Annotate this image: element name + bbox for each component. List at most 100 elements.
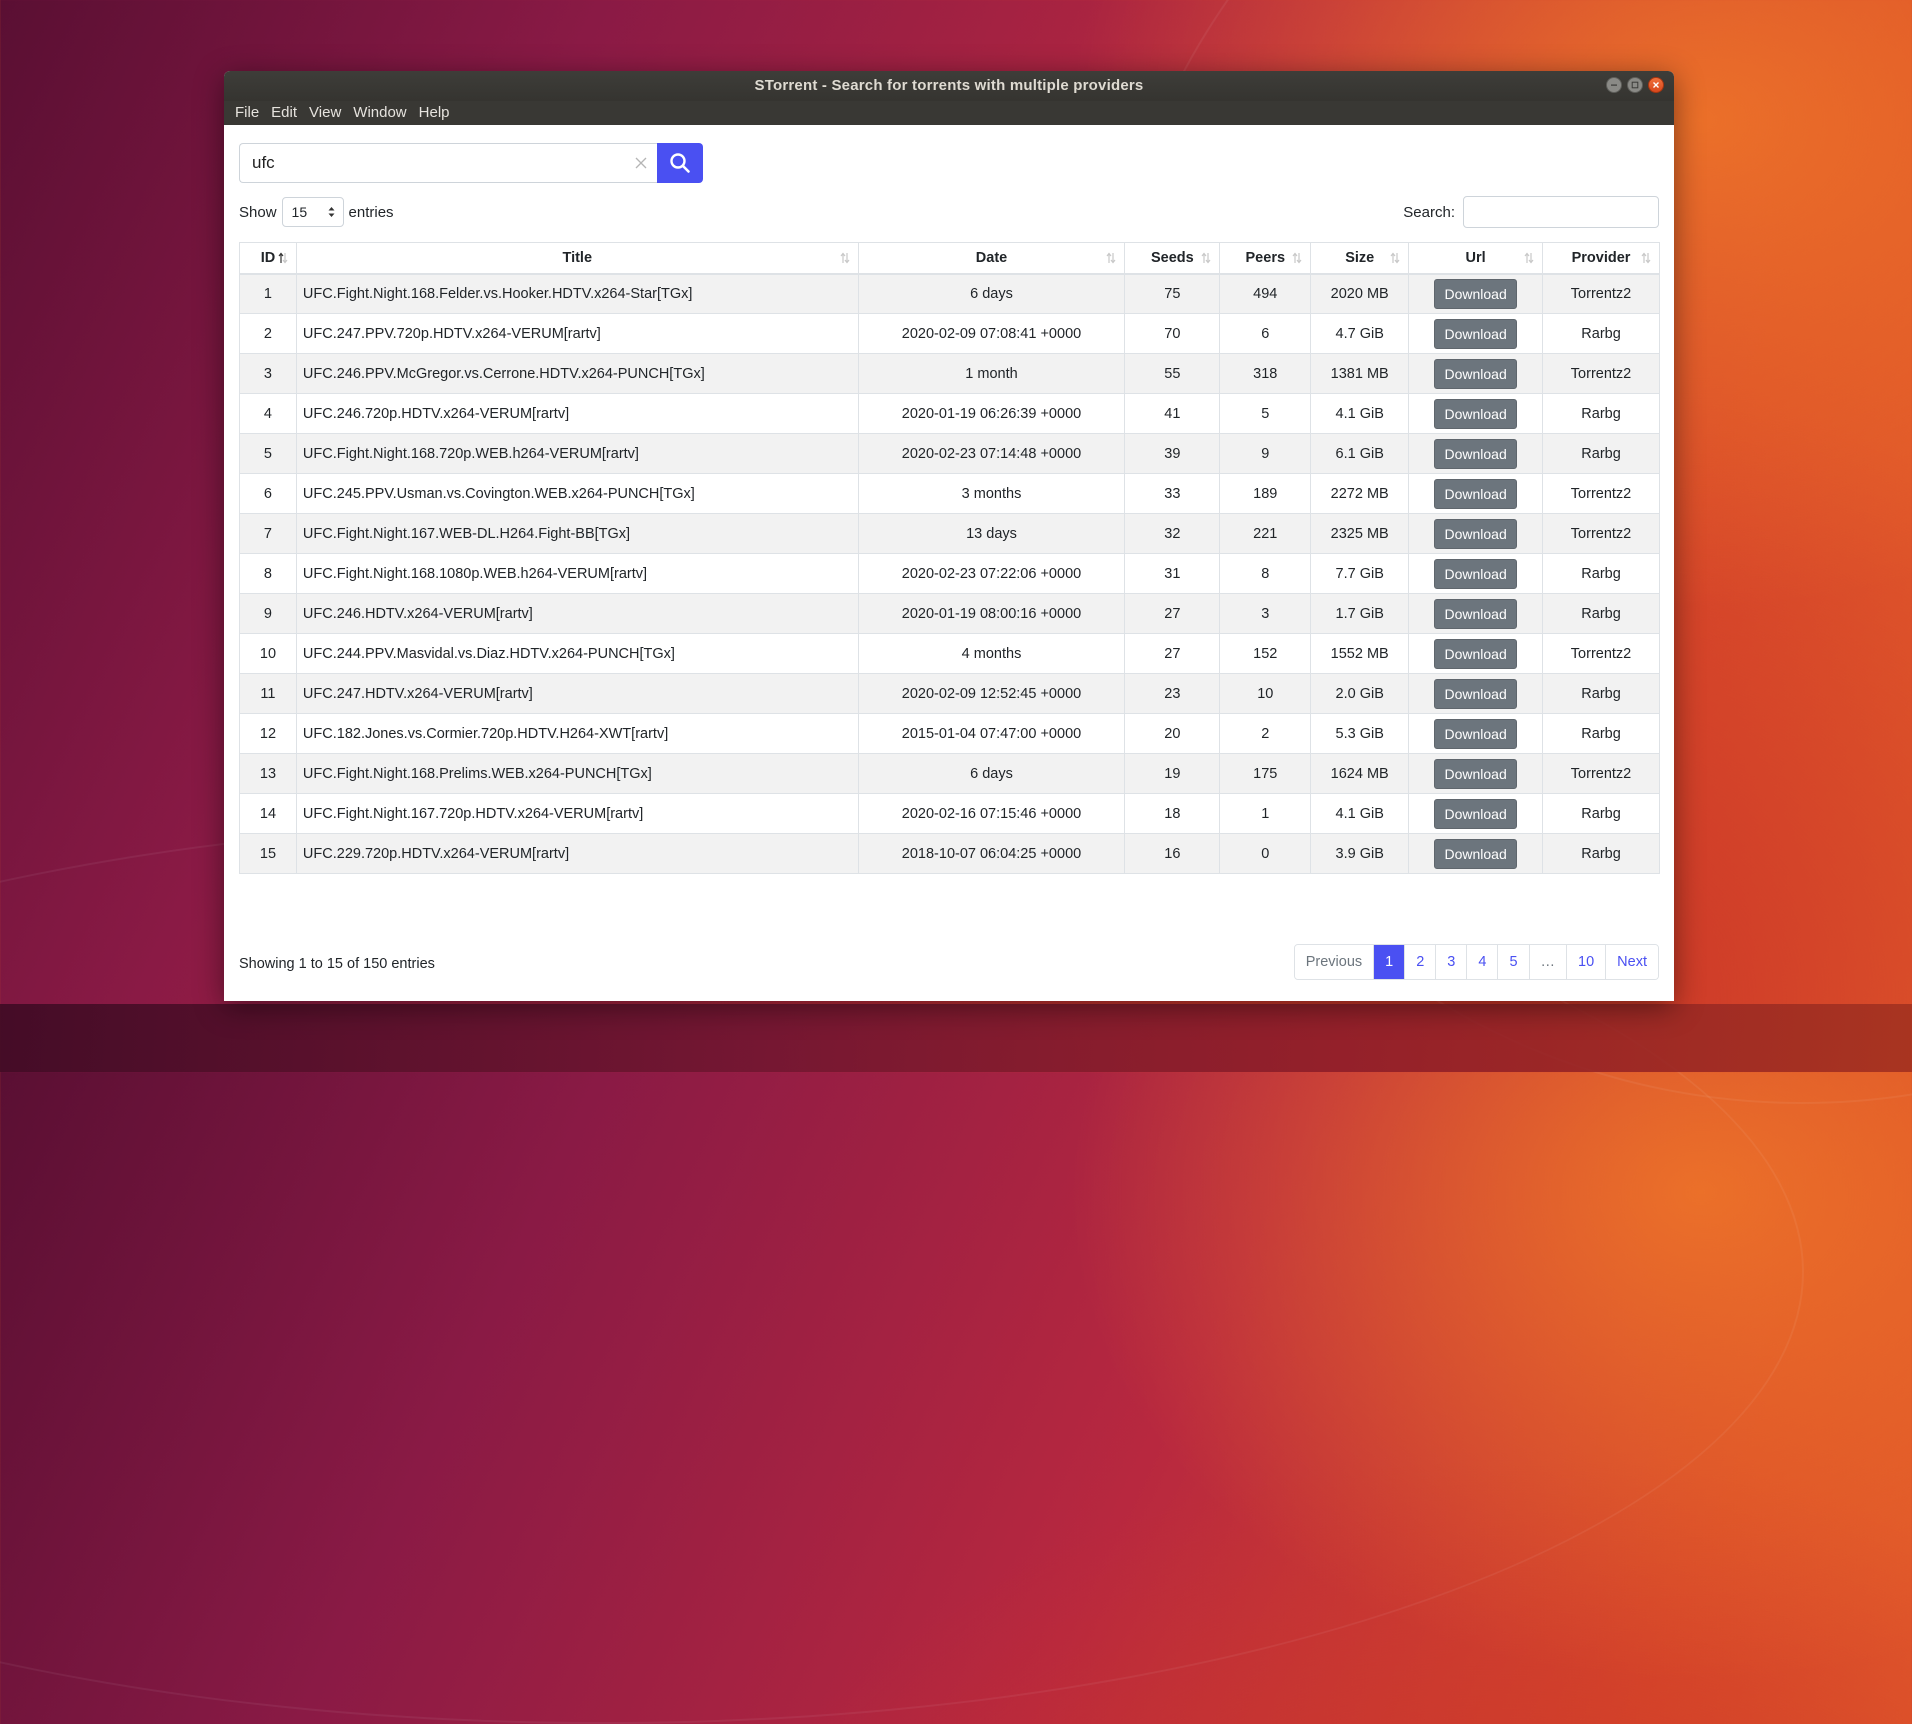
cell-id: 9: [239, 593, 297, 634]
cell-title: UFC.247.PPV.720p.HDTV.x264-VERUM[rartv]: [295, 313, 859, 354]
download-button[interactable]: Download: [1434, 438, 1517, 469]
column-header-label: ID: [260, 249, 276, 266]
download-button[interactable]: Download: [1434, 358, 1517, 389]
download-button[interactable]: Download: [1434, 638, 1517, 669]
maximize-icon: [1631, 81, 1639, 89]
column-header-provider[interactable]: Provider: [1542, 242, 1660, 275]
sort-icon: [278, 252, 288, 264]
length-suffix: entries: [348, 203, 394, 221]
download-button[interactable]: Download: [1434, 398, 1517, 429]
pagination-next[interactable]: Next: [1605, 945, 1658, 979]
download-button[interactable]: Download: [1434, 798, 1517, 829]
cell-size: 5.3 GiB: [1310, 713, 1410, 754]
download-button[interactable]: Download: [1434, 678, 1517, 709]
table-row: 8 UFC.Fight.Night.168.1080p.WEB.h264-VERU…: [239, 553, 1660, 594]
cell-size: 1552 MB: [1310, 633, 1410, 674]
cell-date: 2020-02-16 07:15:46 +0000: [857, 793, 1126, 834]
minimize-button[interactable]: [1606, 77, 1622, 93]
entries-select[interactable]: 15: [281, 197, 344, 227]
download-button[interactable]: Download: [1434, 758, 1517, 789]
column-header-seeds[interactable]: Seeds: [1124, 242, 1221, 275]
cell-url: Download: [1408, 473, 1544, 514]
cell-peers: 189: [1219, 473, 1312, 514]
filter-input[interactable]: [1463, 196, 1659, 228]
pagination-page-2[interactable]: 2: [1404, 945, 1436, 979]
download-button[interactable]: Download: [1434, 518, 1517, 549]
download-button[interactable]: Download: [1434, 278, 1517, 309]
menu-file[interactable]: File: [229, 101, 265, 125]
table-row: 14 UFC.Fight.Night.167.720p.HDTV.x264-VER…: [239, 793, 1660, 834]
table-row: 3 UFC.246.PPV.McGregor.vs.Cerrone.HDTV.x2…: [239, 353, 1660, 394]
clear-icon[interactable]: [633, 155, 649, 171]
cell-size: 1381 MB: [1310, 353, 1410, 394]
download-button[interactable]: Download: [1434, 838, 1517, 869]
menu-help[interactable]: Help: [413, 101, 456, 125]
cell-url: Download: [1408, 753, 1544, 794]
column-header-size[interactable]: Size: [1310, 242, 1410, 275]
search-button[interactable]: [657, 143, 703, 183]
download-button[interactable]: Download: [1434, 718, 1517, 749]
cell-seeds: 16: [1124, 833, 1221, 874]
download-button[interactable]: Download: [1434, 598, 1517, 629]
download-button[interactable]: Download: [1434, 558, 1517, 589]
cell-size: 6.1 GiB: [1310, 433, 1410, 474]
pagination-page-1[interactable]: 1: [1373, 945, 1405, 979]
pagination-page-4[interactable]: 4: [1466, 945, 1498, 979]
cell-title: UFC.182.Jones.vs.Cormier.720p.HDTV.H264-…: [295, 713, 859, 754]
menu-edit[interactable]: Edit: [265, 101, 303, 125]
download-button[interactable]: Download: [1434, 318, 1517, 349]
sort-icon: [840, 252, 850, 264]
cell-seeds: 32: [1124, 513, 1221, 554]
close-button[interactable]: [1648, 77, 1664, 93]
cell-date: 2020-02-09 07:08:41 +0000: [857, 313, 1126, 354]
download-button[interactable]: Download: [1434, 478, 1517, 509]
cell-seeds: 33: [1124, 473, 1221, 514]
column-header-peers[interactable]: Peers: [1219, 242, 1312, 275]
search-input-value: ufc: [252, 153, 275, 172]
column-header-label: Seeds: [1151, 249, 1194, 266]
cell-peers: 6: [1219, 313, 1312, 354]
sort-icon: [1524, 252, 1534, 264]
cell-title: UFC.Fight.Night.167.720p.HDTV.x264-VERUM…: [295, 793, 859, 834]
cell-seeds: 19: [1124, 753, 1221, 794]
column-header-label: Size: [1345, 249, 1375, 266]
table-row: 13 UFC.Fight.Night.168.Prelims.WEB.x264-P…: [239, 753, 1660, 794]
cell-seeds: 39: [1124, 433, 1221, 474]
cell-url: Download: [1408, 793, 1544, 834]
menu-view[interactable]: View: [303, 101, 347, 125]
cell-seeds: 27: [1124, 633, 1221, 674]
filter-label: Search:: [1403, 203, 1455, 221]
cell-peers: 494: [1219, 273, 1312, 314]
column-header-url[interactable]: Url: [1408, 242, 1544, 275]
cell-peers: 175: [1219, 753, 1312, 794]
column-header-id[interactable]: ID: [239, 242, 297, 275]
cell-title: UFC.246.720p.HDTV.x264-VERUM[rartv]: [295, 393, 859, 434]
cell-id: 11: [239, 673, 297, 714]
cell-url: Download: [1408, 593, 1544, 634]
cell-date: 1 month: [857, 353, 1126, 394]
menu-window[interactable]: Window: [347, 101, 412, 125]
cell-seeds: 41: [1124, 393, 1221, 434]
column-header-label: Date: [975, 249, 1008, 266]
pagination-page-5[interactable]: 5: [1497, 945, 1529, 979]
search-icon: [670, 153, 690, 173]
column-header-title[interactable]: Title: [295, 242, 859, 275]
pagination-page-3[interactable]: 3: [1435, 945, 1467, 979]
cell-id: 14: [239, 793, 297, 834]
cell-url: Download: [1408, 313, 1544, 354]
cell-peers: 3: [1219, 593, 1312, 634]
cell-provider: Torrentz2: [1542, 753, 1660, 794]
cell-provider: Rarbg: [1542, 713, 1660, 754]
pagination-page-10[interactable]: 10: [1566, 945, 1606, 979]
search-input[interactable]: ufc: [239, 143, 657, 183]
cell-url: Download: [1408, 633, 1544, 674]
cell-peers: 2: [1219, 713, 1312, 754]
cell-id: 6: [239, 473, 297, 514]
column-header-date[interactable]: Date: [857, 242, 1126, 275]
cell-seeds: 27: [1124, 593, 1221, 634]
pagination-previous[interactable]: Previous: [1294, 945, 1374, 979]
cell-title: UFC.245.PPV.Usman.vs.Covington.WEB.x264-…: [295, 473, 859, 514]
cell-provider: Torrentz2: [1542, 513, 1660, 554]
entries-select-value: 15: [291, 204, 308, 220]
maximize-button[interactable]: [1627, 77, 1643, 93]
